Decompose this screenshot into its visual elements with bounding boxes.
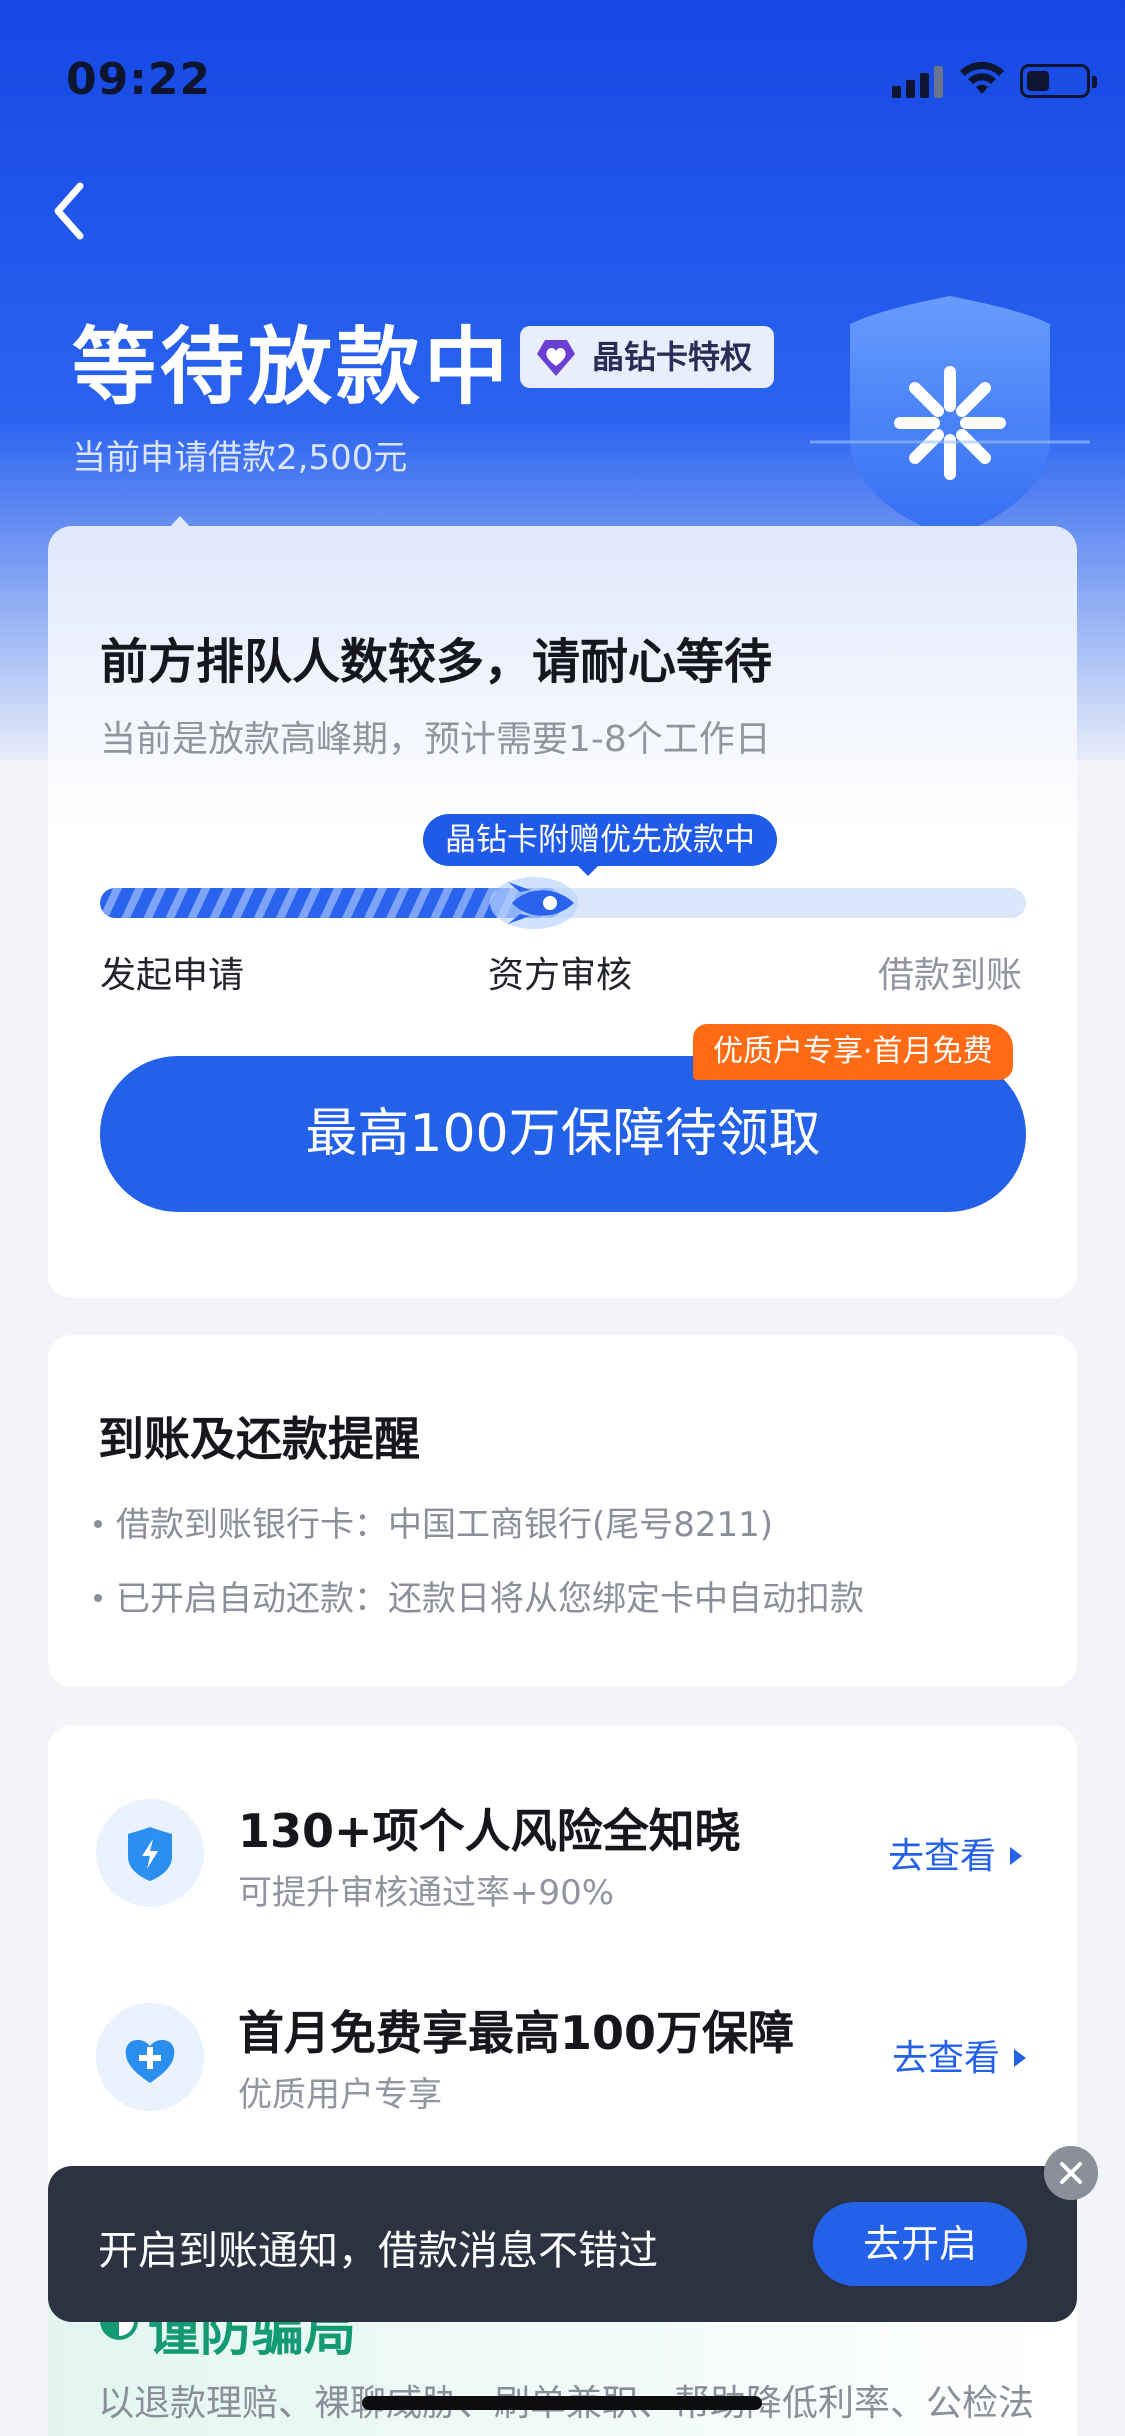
reminder-heading: 到账及还款提醒: [98, 1412, 420, 1466]
page-title: 等待放款中: [72, 318, 513, 416]
toast-text: 开启到账通知，借款消息不错过: [98, 2228, 658, 2274]
battery-icon: [1020, 64, 1097, 98]
services-card: 130+项个人风险全知晓 可提升审核通过率+90% 去查看 首月免费享最高100…: [48, 1725, 1077, 2436]
service-icon-coverage: [96, 2003, 204, 2111]
privilege-badge[interactable]: 晶钻卡特权: [520, 326, 775, 388]
play-arrow-icon: [1010, 1847, 1023, 1865]
status-time: 09:22: [66, 54, 212, 105]
step-apply: 发起申请: [100, 955, 245, 996]
play-arrow-icon: [1014, 2049, 1027, 2067]
shield-bolt-icon: [128, 1827, 172, 1881]
badge-label: 晶钻卡特权: [592, 338, 753, 376]
wifi-icon: [960, 61, 1004, 94]
loan-progress-card: 前方排队人数较多，请耐心等待 当前是放款高峰期，预计需要1-8个工作日 晶钻卡附…: [48, 526, 1077, 1298]
step-review: 资方审核: [488, 955, 633, 996]
queue-subheading: 当前是放款高峰期，预计需要1-8个工作日: [100, 719, 771, 760]
enable-notification-button[interactable]: 去开启: [813, 2202, 1027, 2286]
step-disbursed: 借款到账: [878, 955, 1023, 996]
promo-tag: 优质户专享·首月免费: [693, 1024, 1013, 1080]
priority-tooltip: 晶钻卡附赠优先放款中: [423, 814, 777, 866]
service-title-risk: 130+项个人风险全知晓: [238, 1804, 741, 1858]
notification-toast: 开启到账通知，借款消息不错过 去开启: [48, 2166, 1077, 2322]
reminder-line-bank: 借款到账银行卡：中国工商银行(尾号8211): [94, 1497, 773, 1546]
service-icon-risk: [96, 1799, 204, 1907]
service-subtitle-coverage: 优质用户专享: [238, 2075, 442, 2115]
service-link-coverage[interactable]: 去查看: [892, 2029, 1027, 2081]
reminder-line-autopay: 已开启自动还款：还款日将从您绑定卡中自动扣款: [94, 1571, 864, 1620]
service-title-coverage: 首月免费享最高100万保障: [238, 2006, 795, 2060]
loan-amount-subtitle: 当前申请借款2,500元: [72, 438, 408, 478]
back-chevron-icon[interactable]: [44, 178, 94, 244]
rocket-icon: [490, 877, 578, 929]
cellular-signal-icon: [892, 64, 944, 98]
service-subtitle-risk: 可提升审核通过率+90%: [238, 1873, 615, 1913]
queue-heading: 前方排队人数较多，请耐心等待: [100, 634, 773, 690]
heart-plus-icon: [125, 2039, 175, 2083]
reminder-card: 到账及还款提醒 借款到账银行卡：中国工商银行(尾号8211) 已开启自动还款：还…: [48, 1335, 1077, 1687]
close-icon[interactable]: [1044, 2146, 1098, 2200]
shield-logo-icon: [810, 296, 1090, 536]
diamond-heart-icon: [537, 340, 575, 376]
home-indicator: [362, 2396, 762, 2410]
service-link-risk[interactable]: 去查看: [888, 1827, 1023, 1879]
